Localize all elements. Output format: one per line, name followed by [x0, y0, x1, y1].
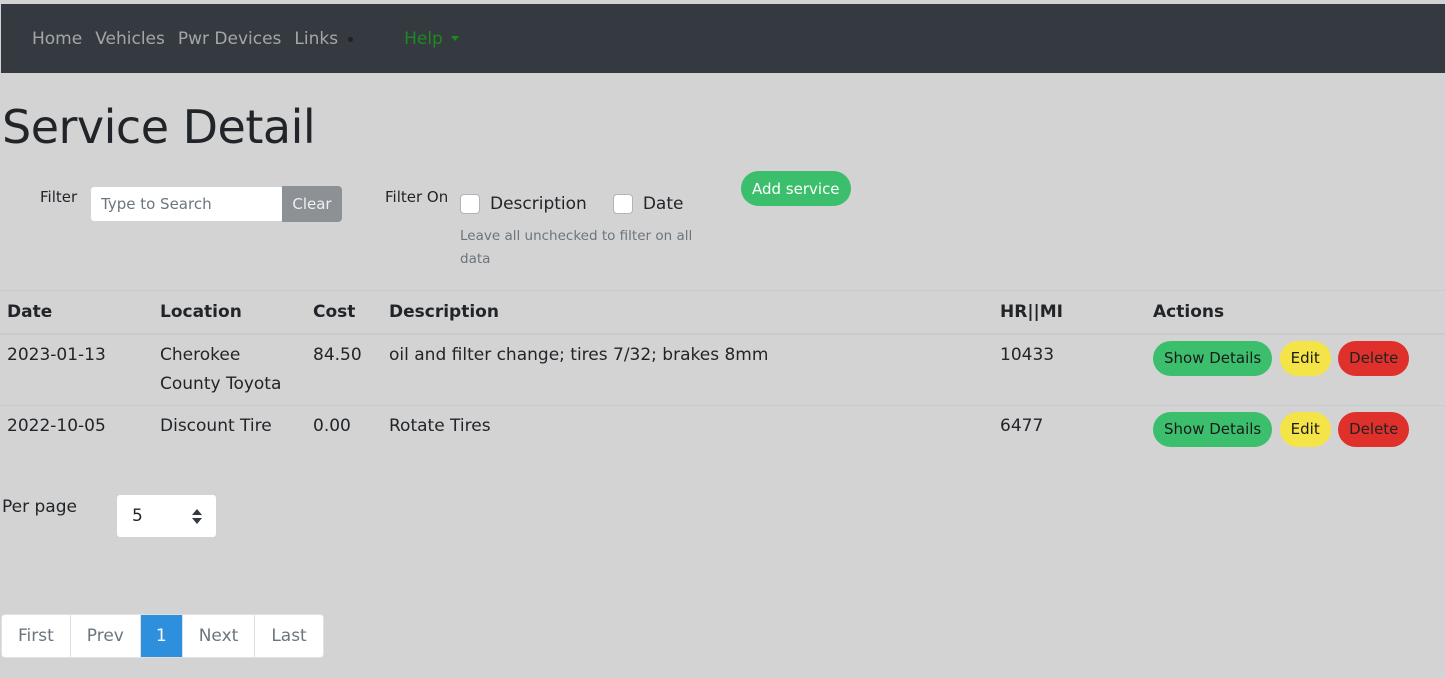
- delete-button[interactable]: Delete: [1338, 411, 1410, 447]
- nav-home[interactable]: Home: [32, 29, 82, 49]
- show-details-button[interactable]: Show Details: [1153, 411, 1273, 447]
- nav-links[interactable]: Links: [294, 28, 354, 49]
- nav-pwr-devices[interactable]: Pwr Devices: [178, 29, 282, 49]
- page-title: Service Detail: [2, 100, 316, 154]
- col-header-hrmi[interactable]: HR||MI: [993, 290, 1146, 335]
- cell-date: 2023-01-13: [0, 333, 153, 405]
- page-last-button[interactable]: Last: [255, 615, 322, 657]
- cell-cost: 84.50: [306, 333, 382, 405]
- nav-links-label: Links: [294, 28, 339, 49]
- show-details-button[interactable]: Show Details: [1153, 340, 1273, 376]
- cell-description: oil and filter change; tires 7/32; brake…: [382, 333, 993, 405]
- navbar: Home Vehicles Pwr Devices Links Help: [1, 4, 1445, 73]
- filter-on-label: Filter On: [385, 188, 449, 206]
- page-prev-button[interactable]: Prev: [71, 615, 141, 657]
- col-header-actions: Actions: [1146, 290, 1445, 335]
- cell-cost: 0.00: [306, 404, 382, 453]
- cell-hrmi: 10433: [993, 333, 1146, 405]
- col-header-description[interactable]: Description: [382, 290, 993, 335]
- nav-vehicles[interactable]: Vehicles: [95, 29, 165, 49]
- search-group: Clear: [90, 186, 342, 222]
- edit-button[interactable]: Edit: [1279, 411, 1331, 447]
- cell-actions: Show Details Edit Delete: [1146, 404, 1445, 453]
- add-service-button[interactable]: Add service: [741, 171, 851, 206]
- cell-hrmi: 6477: [993, 404, 1146, 453]
- per-page-label: Per page: [2, 497, 77, 517]
- cell-location: Discount Tire: [153, 404, 306, 453]
- select-arrows-icon: [192, 509, 202, 525]
- delete-button[interactable]: Delete: [1338, 340, 1410, 376]
- edit-button[interactable]: Edit: [1279, 340, 1331, 376]
- col-header-date[interactable]: Date: [0, 290, 153, 335]
- search-input[interactable]: [90, 186, 282, 222]
- description-checkbox[interactable]: [460, 194, 480, 214]
- date-checkbox[interactable]: [612, 194, 633, 214]
- clear-button[interactable]: Clear: [282, 186, 342, 222]
- filter-help-text: Leave all unchecked to filter on all dat…: [460, 228, 693, 267]
- table-row: 2022-10-05 Discount Tire 0.00 Rotate Tir…: [0, 404, 1445, 453]
- table-row: 2023-01-13 Cherokee County Toyota 84.50 …: [0, 333, 1445, 405]
- per-page-value: 5: [132, 506, 143, 526]
- filter-label: Filter: [40, 188, 78, 206]
- cell-location: Cherokee County Toyota: [153, 333, 306, 405]
- service-table: Date Location Cost Description HR||MI Ac…: [0, 290, 1445, 453]
- dot-icon: [348, 37, 354, 42]
- cell-date: 2022-10-05: [0, 404, 153, 453]
- page-first-button[interactable]: First: [2, 615, 71, 657]
- page-next-button[interactable]: Next: [183, 615, 256, 657]
- cell-description: Rotate Tires: [382, 404, 993, 453]
- description-checkbox-label: Description: [490, 194, 587, 214]
- page-current-button[interactable]: 1: [140, 615, 183, 657]
- nav-help-dropdown[interactable]: Help: [404, 29, 459, 49]
- filter-on-options: Description Date: [460, 194, 683, 214]
- nav-help-label: Help: [404, 28, 443, 49]
- table-header-row: Date Location Cost Description HR||MI Ac…: [0, 290, 1445, 335]
- cell-actions: Show Details Edit Delete: [1146, 333, 1445, 405]
- date-checkbox-label: Date: [642, 194, 684, 214]
- per-page-select[interactable]: 5: [116, 494, 217, 538]
- col-header-cost[interactable]: Cost: [306, 290, 382, 335]
- pagination: First Prev 1 Next Last: [1, 614, 324, 658]
- col-header-location[interactable]: Location: [153, 290, 306, 335]
- caret-down-icon: [450, 36, 459, 41]
